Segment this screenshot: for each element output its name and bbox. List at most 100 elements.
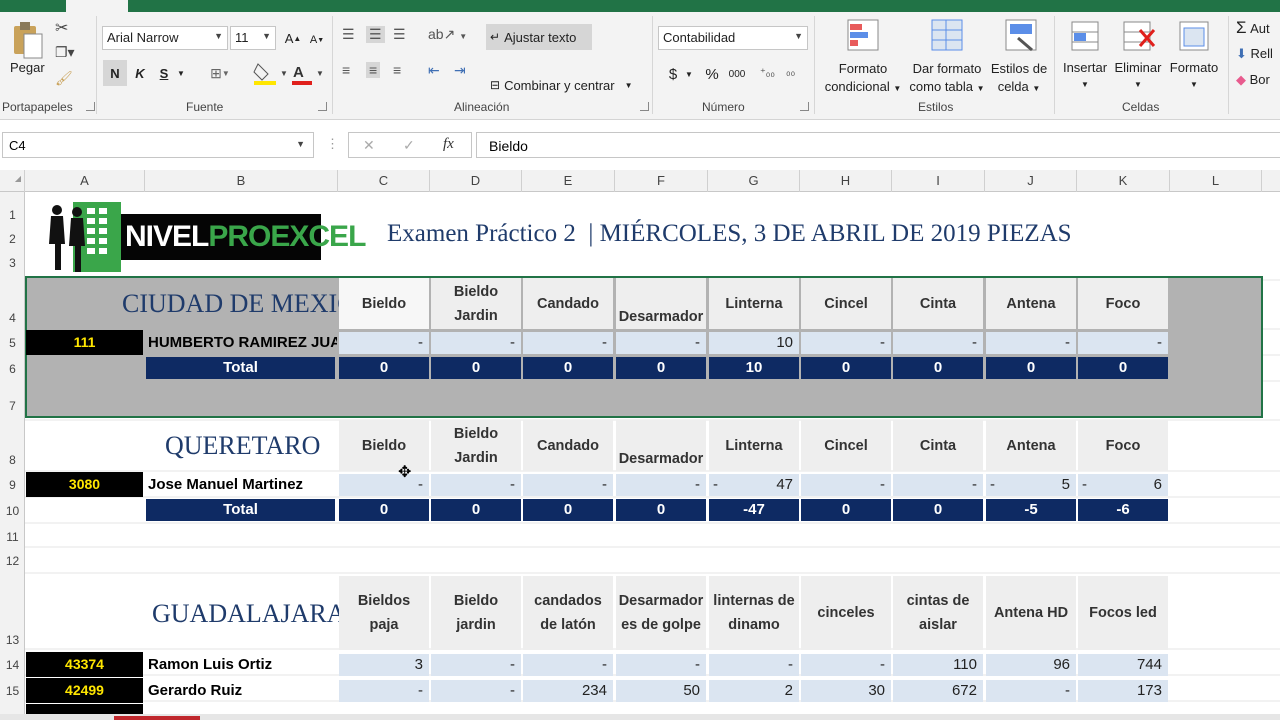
fuente-launcher[interactable] (318, 102, 327, 111)
header-cell-cdmx-h[interactable]: Cincel (801, 278, 891, 329)
row-header-15[interactable]: 15 (0, 684, 25, 698)
format-cells-icon[interactable] (1178, 20, 1210, 55)
fill-color-icon[interactable]: ▼ (252, 60, 288, 86)
col-header-k[interactable]: K (1077, 170, 1170, 192)
insert-label[interactable]: Insertar ▼ (1062, 60, 1108, 90)
col-header-a[interactable]: A (25, 170, 145, 192)
header-cell-cdmx-i[interactable]: Cinta (893, 278, 983, 329)
value-cell-qro-i[interactable]: - (893, 474, 983, 496)
row-header-8[interactable]: 8 (0, 453, 25, 467)
portapapeles-launcher[interactable] (86, 102, 95, 111)
value-cell-gdl-f[interactable]: 50 (616, 680, 706, 702)
total-cell-qro-c[interactable]: 0 (339, 499, 429, 521)
bold-button[interactable]: N (103, 60, 127, 86)
total-cell-qro-j[interactable]: -5 (986, 499, 1076, 521)
header-cell-qro-k[interactable]: Foco (1078, 420, 1168, 471)
value-cell-gdl-i[interactable]: 110 (893, 654, 983, 676)
value-cell-cdmx-c[interactable]: - (339, 332, 429, 354)
col-header-l[interactable]: L (1170, 170, 1262, 192)
row-header-12[interactable]: 12 (0, 554, 25, 568)
worksheet[interactable]: NIVELPROEXCEL Examen Práctico 2 | MIÉRCO… (25, 192, 1280, 720)
total-cell-cdmx-g[interactable]: 10 (709, 357, 799, 379)
total-cell-qro-e[interactable]: 0 (523, 499, 613, 521)
header-cell-gdl-j[interactable]: Antena HD (986, 576, 1076, 650)
header-cell-gdl-i[interactable]: cintas de aislar (893, 576, 983, 650)
thousands-button[interactable]: 000 (726, 62, 748, 86)
total-cell-cdmx-f[interactable]: 0 (616, 357, 706, 379)
cell-styles-label[interactable]: Estilos de celda ▼ (990, 60, 1048, 98)
cut-icon[interactable]: ✂ (55, 18, 68, 38)
value-cell-gdl-f[interactable]: - (616, 654, 706, 676)
row-header-13[interactable]: 13 (0, 633, 25, 647)
row-header-5[interactable]: 5 (0, 336, 25, 350)
value-cell-gdl-g[interactable]: - (709, 654, 799, 676)
row-header-3[interactable]: 3 (0, 256, 25, 270)
borders-icon[interactable]: ⊞ ▼ (204, 62, 236, 84)
paste-label[interactable]: Pegar (10, 60, 45, 75)
header-cell-cdmx-f[interactable]: Desarmador (616, 278, 706, 329)
merge-center-button[interactable]: ⊟ Combinar y centrar ▼ (486, 72, 646, 98)
total-cell-cdmx-k[interactable]: 0 (1078, 357, 1168, 379)
value-cell-cdmx-d[interactable]: - (431, 332, 521, 354)
col-header-c[interactable]: C (338, 170, 430, 192)
copy-icon[interactable]: ❐▾ (55, 44, 75, 61)
total-cell-cdmx-e[interactable]: 0 (523, 357, 613, 379)
wrap-text-button[interactable]: ↵ Ajustar texto (486, 24, 592, 50)
header-cell-cdmx-e[interactable]: Candado (523, 278, 613, 329)
value-cell-qro-d[interactable]: - (431, 474, 521, 496)
total-cell-cdmx-d[interactable]: 0 (431, 357, 521, 379)
value-cell-gdl-c[interactable]: - (339, 680, 429, 702)
underline-button[interactable]: S (154, 60, 174, 86)
tab-inicio[interactable] (66, 0, 128, 12)
value-cell-qro-j[interactable]: -5 (986, 474, 1076, 496)
col-header-f[interactable]: F (615, 170, 708, 192)
row-header-10[interactable]: 10 (0, 504, 25, 518)
select-all-corner[interactable]: ◢ (0, 170, 25, 192)
font-size-select[interactable]: 11 ▼ (230, 26, 276, 50)
col-header-h[interactable]: H (800, 170, 892, 192)
employee-id-cdmx[interactable]: 111 (26, 330, 143, 355)
autosum-button[interactable]: Σ Aut (1236, 18, 1270, 38)
conditional-format-icon[interactable] (846, 18, 880, 55)
total-cell-cdmx-c[interactable]: 0 (339, 357, 429, 379)
row-header-14[interactable]: 14 (0, 658, 25, 672)
total-label-cdmx[interactable]: Total (146, 357, 335, 379)
employee-id-qro[interactable]: 3080 (26, 472, 143, 497)
decrease-decimal-icon[interactable]: ₀₀ (786, 66, 795, 78)
value-cell-gdl-g[interactable]: 2 (709, 680, 799, 702)
header-cell-qro-j[interactable]: Antena (986, 420, 1076, 471)
total-cell-qro-i[interactable]: 0 (893, 499, 983, 521)
number-format-select[interactable]: Contabilidad ▼ (658, 26, 808, 50)
name-box[interactable]: C4 ▼ (2, 132, 314, 158)
employee-name-cdmx[interactable]: HUMBERTO RAMIREZ JUAREZ (145, 330, 337, 355)
header-cell-cdmx-j[interactable]: Antena (986, 278, 1076, 329)
value-cell-qro-h[interactable]: - (801, 474, 891, 496)
col-header-g[interactable]: G (708, 170, 800, 192)
employee-name-gdl[interactable]: Gerardo Ruiz (145, 678, 337, 703)
numero-launcher[interactable] (800, 102, 809, 111)
header-cell-gdl-e[interactable]: candados de latón (523, 576, 613, 650)
employee-name-gdl[interactable]: Ramon Luis Ortiz (145, 652, 337, 677)
row-header-2[interactable]: 2 (0, 232, 25, 246)
currency-button[interactable]: $ (664, 62, 682, 86)
orientation-icon[interactable]: ab↗ ▼ (428, 26, 467, 43)
align-top-icon[interactable]: ☰ (342, 26, 355, 43)
increase-indent-icon[interactable]: ⇥ (454, 62, 466, 79)
value-cell-gdl-j[interactable]: 96 (986, 654, 1076, 676)
currency-dropdown[interactable]: ▼ (684, 64, 694, 84)
value-cell-cdmx-i[interactable]: - (893, 332, 983, 354)
value-cell-qro-e[interactable]: - (523, 474, 613, 496)
row-header-6[interactable]: 6 (0, 362, 25, 376)
decrease-indent-icon[interactable]: ⇤ (428, 62, 440, 79)
delete-label[interactable]: Eliminar ▼ (1112, 60, 1164, 90)
align-middle-icon[interactable]: ☰ (366, 26, 385, 43)
delete-cells-icon[interactable] (1122, 20, 1156, 55)
header-cell-qro-d[interactable]: Bieldo Jardin (431, 420, 521, 471)
clear-button[interactable]: ◆ Bor (1236, 72, 1270, 88)
value-cell-gdl-d[interactable]: - (431, 680, 521, 702)
align-center-icon[interactable]: ≡ (366, 62, 381, 78)
col-header-e[interactable]: E (522, 170, 615, 192)
grow-font-button[interactable]: A ▲ (284, 28, 302, 48)
value-cell-qro-c[interactable]: - (339, 474, 429, 496)
col-header-b[interactable]: B (145, 170, 338, 192)
